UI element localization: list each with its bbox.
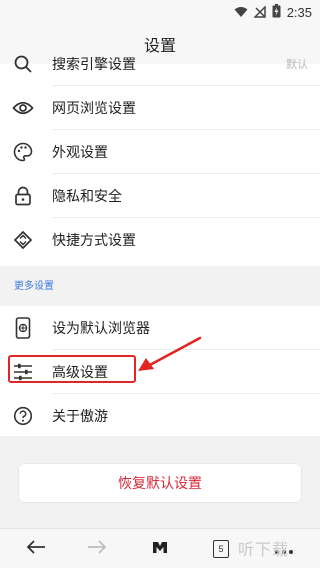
lock-icon [12, 185, 34, 207]
settings-item-value: 默认 [286, 58, 308, 71]
tabs-button[interactable]: 5 [208, 537, 234, 561]
maxthon-logo-icon [151, 539, 169, 559]
tab-count: 5 [213, 540, 229, 558]
wifi-icon [234, 3, 248, 22]
status-bar: 2:35 [0, 0, 320, 24]
settings-item-web-browsing[interactable]: 网页浏览设置 [0, 86, 320, 130]
settings-item-label: 快捷方式设置 [52, 233, 136, 249]
settings-item-appearance[interactable]: 外观设置 [0, 130, 320, 174]
signal-off-icon [252, 3, 266, 22]
settings-item-search-engine[interactable]: 搜索引擎设置 默认 [0, 42, 320, 86]
settings-item-label: 隐私和安全 [52, 189, 122, 205]
arrow-right-icon [87, 539, 107, 559]
watermark: 听下载 [238, 540, 290, 559]
section-label-more-settings: 更多设置 [14, 281, 54, 292]
home-button[interactable] [147, 537, 173, 561]
status-icons: 2:35 [234, 3, 312, 22]
search-icon [12, 53, 34, 75]
eye-icon [12, 97, 34, 119]
palette-icon [12, 141, 34, 163]
settings-item-shortcuts[interactable]: 快捷方式设置 [0, 218, 320, 262]
settings-list: 搜索引擎设置 默认 网页浏览设置 外观设置 隐私和安全 快捷方式设置 [0, 55, 320, 266]
phone-browser-icon [12, 317, 34, 339]
annotation-arrow-icon [138, 336, 202, 371]
highlight-box [8, 355, 136, 383]
question-circle-icon [12, 405, 34, 427]
forward-button[interactable] [84, 537, 110, 561]
reset-defaults-button[interactable]: 恢复默认设置 [18, 463, 302, 503]
shortcut-icon [12, 229, 34, 251]
settings-item-about[interactable]: 关于傲游 [0, 394, 320, 438]
status-time: 2:35 [286, 5, 312, 20]
settings-item-label: 外观设置 [52, 145, 108, 161]
arrow-left-icon [26, 539, 46, 559]
settings-item-privacy[interactable]: 隐私和安全 [0, 174, 320, 218]
battery-charging-icon [272, 3, 281, 22]
settings-item-label: 关于傲游 [52, 409, 108, 425]
back-button[interactable] [23, 537, 49, 561]
settings-item-label: 网页浏览设置 [52, 101, 136, 117]
settings-item-label: 搜索引擎设置 [52, 57, 136, 73]
